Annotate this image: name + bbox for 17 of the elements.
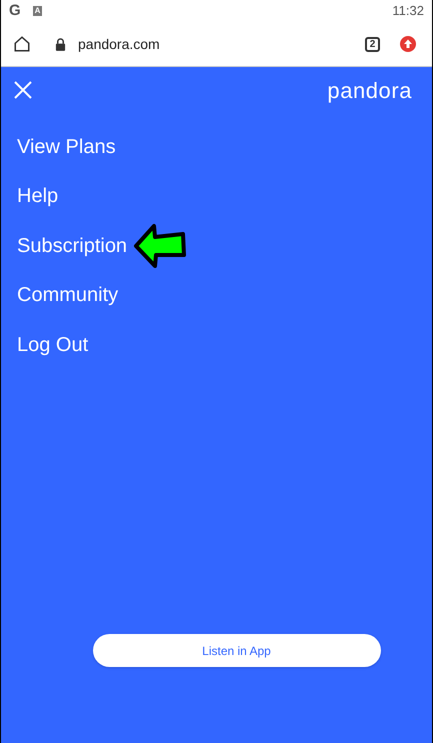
listen-in-app-button[interactable]: Listen in App (92, 634, 380, 667)
arrow-drawing (133, 222, 188, 270)
notification-status-icon: A (32, 6, 42, 16)
tab-count-button[interactable]: 2 (365, 36, 380, 52)
status-time: 11:32 (392, 2, 424, 20)
google-status-icon: G (9, 0, 21, 22)
home-icon[interactable] (13, 35, 31, 53)
menu-item[interactable]: Subscription (17, 230, 128, 261)
pandora-logo[interactable]: pandora (327, 74, 412, 106)
menu-item[interactable]: Community (17, 280, 118, 310)
upload-icon[interactable] (400, 36, 416, 52)
menu-item[interactable]: Help (17, 181, 58, 212)
close-icon[interactable] (13, 80, 33, 100)
lock-icon (55, 38, 66, 50)
menu-item[interactable]: View Plans (17, 132, 116, 162)
url-text[interactable]: pandora.com (78, 34, 160, 54)
menu-item[interactable]: Log Out (17, 330, 88, 360)
